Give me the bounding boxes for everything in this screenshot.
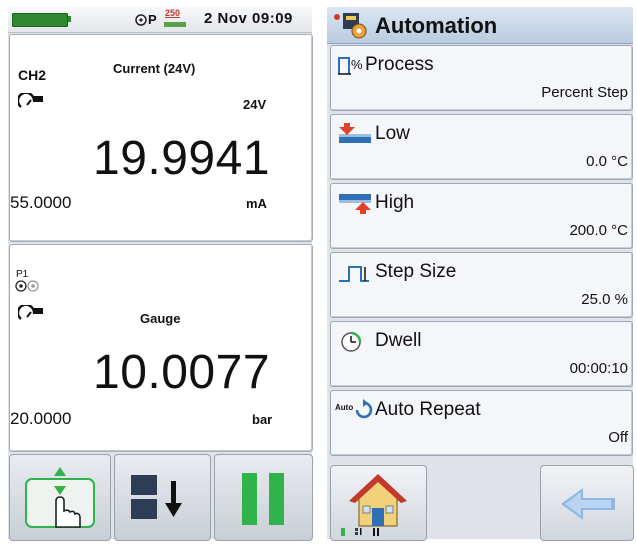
menu-item-value: Percent Step xyxy=(541,84,628,101)
date-time: 2 Nov 09:09 xyxy=(204,10,293,27)
pressure-indicator: P xyxy=(148,12,157,27)
menu-item-label: Dwell xyxy=(375,330,422,351)
high-limit-icon xyxy=(339,194,371,214)
pressure-badge: 250 xyxy=(165,8,181,18)
auto-badge: Auto xyxy=(335,403,354,412)
automation-screen: Automation % Process Percent Step Low 0.… xyxy=(327,7,634,541)
menu-item-high[interactable]: High 200.0 °C xyxy=(330,183,633,249)
automation-icon xyxy=(334,13,367,39)
page-title: Automation xyxy=(375,13,498,38)
menu-item-label: Low xyxy=(375,123,410,144)
pause-icon xyxy=(242,473,284,525)
back-arrow-icon xyxy=(561,488,615,520)
step-size-icon xyxy=(339,266,369,282)
battery-icon xyxy=(12,13,68,27)
gauge-icon xyxy=(18,305,43,320)
reading-unit: bar xyxy=(252,412,273,427)
primary-reading: 19.9941 xyxy=(93,132,271,185)
secondary-reading: 55.0000 xyxy=(10,193,72,212)
primary-reading: 10.0077 xyxy=(93,346,271,399)
home-button[interactable] xyxy=(330,465,427,541)
pause-button[interactable] xyxy=(214,454,313,541)
task-status-icon xyxy=(341,528,379,536)
reading-unit: mA xyxy=(246,196,267,211)
task-split-button[interactable] xyxy=(114,454,211,541)
auto-repeat-icon xyxy=(355,399,373,419)
status-bar: P 250 2 Nov 09:09 xyxy=(8,7,312,33)
menu-item-value: 200.0 °C xyxy=(569,222,628,239)
menu-item-label: Auto Repeat xyxy=(375,399,481,420)
title-bar: Automation xyxy=(327,7,633,44)
back-button[interactable] xyxy=(540,465,634,541)
scroll-channel-button[interactable] xyxy=(9,454,111,541)
menu-item-process[interactable]: % Process Percent Step xyxy=(330,45,633,111)
menu-item-dwell[interactable]: Dwell 00:00:10 xyxy=(330,321,633,387)
percent-glyph: % xyxy=(351,57,363,72)
low-limit-icon xyxy=(339,123,371,143)
menu-item-value: Off xyxy=(608,429,628,446)
menu-item-value: 25.0 % xyxy=(581,291,628,308)
pressure-port-icon xyxy=(15,280,39,292)
gauge-icon xyxy=(18,93,43,108)
menu-item-auto-repeat[interactable]: Auto Auto Repeat Off xyxy=(330,390,633,456)
menu-item-label: Step Size xyxy=(375,261,457,282)
channel-function: Current (24V) xyxy=(113,61,196,76)
pressure-module-icon xyxy=(135,14,186,27)
menu-item-step-size[interactable]: Step Size 25.0 % xyxy=(330,252,633,318)
task-split-icon xyxy=(131,475,182,519)
channel-function: Gauge xyxy=(140,311,181,326)
menu-item-value: 0.0 °C xyxy=(586,153,628,170)
up-down-touch-icon xyxy=(25,467,95,528)
dwell-timer-icon xyxy=(341,331,362,352)
calibrator-main-screen: P 250 2 Nov 09:09 CH2 Current (24V) 24V … xyxy=(8,7,313,541)
secondary-reading: 20.0000 xyxy=(10,409,72,428)
menu-item-low[interactable]: Low 0.0 °C xyxy=(330,114,633,180)
menu-item-label: High xyxy=(375,192,415,213)
channel-panel-lower[interactable]: P1 Gauge 10.0077 20.0000 bar xyxy=(9,244,313,452)
channel-name: CH2 xyxy=(18,67,47,83)
battery-tip xyxy=(68,16,71,22)
channel-panel-upper[interactable]: CH2 Current (24V) 24V 19.9941 55.0000 mA xyxy=(9,34,313,242)
menu-item-value: 00:00:10 xyxy=(569,360,628,377)
menu-item-label: Process xyxy=(365,54,434,75)
channel-range: 24V xyxy=(243,97,267,112)
